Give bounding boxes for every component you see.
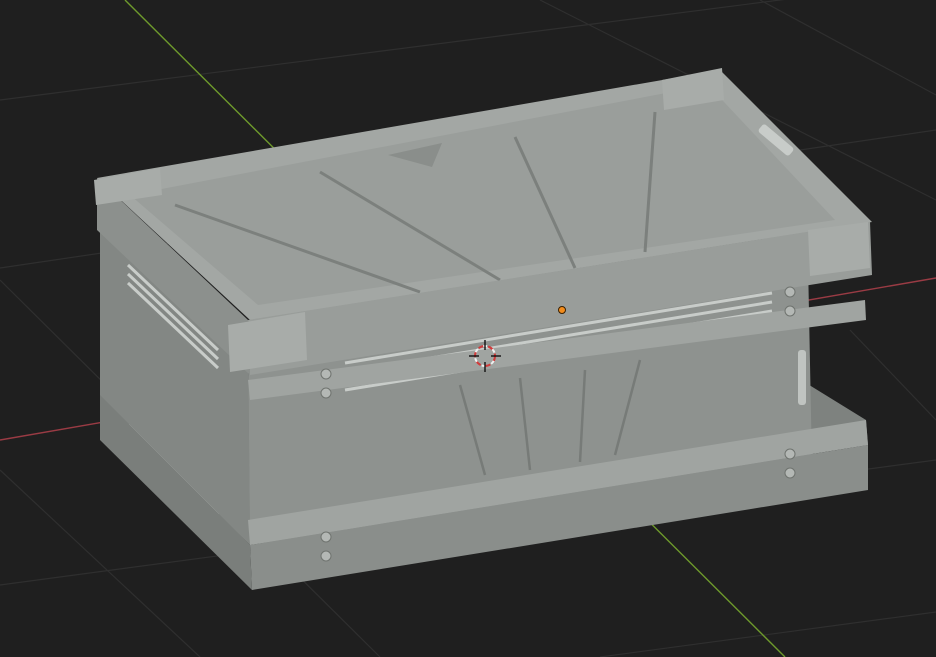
3d-viewport[interactable]	[0, 0, 936, 657]
crate-model[interactable]	[94, 68, 872, 590]
handle-right	[798, 350, 806, 405]
object-origin-icon[interactable]	[558, 306, 566, 314]
corner-post-front-right	[808, 222, 870, 276]
grid-line	[759, 0, 936, 96]
grid-line	[849, 329, 936, 421]
grid-line	[599, 611, 936, 657]
viewport-canvas[interactable]	[0, 0, 936, 657]
